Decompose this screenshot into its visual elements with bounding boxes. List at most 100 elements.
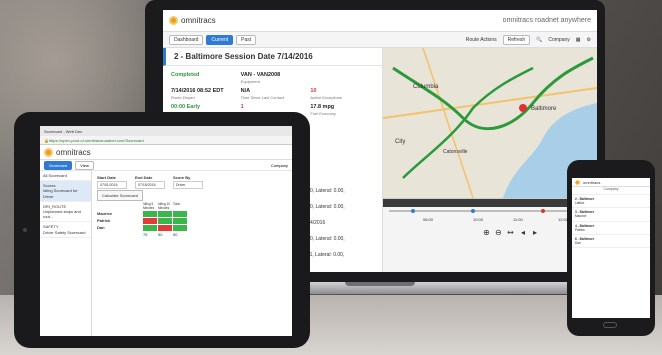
total-label [97,232,142,237]
filter-input[interactable]: 07/01/2016 [97,181,127,189]
brand-logo: omnitracs [44,147,91,157]
info-cell [310,72,374,84]
info-value: 00:00 Early [171,104,201,110]
next-icon[interactable]: ▸ [533,228,537,237]
phone-screen: omnitracs Company 2 - Baltimore Lattice 3 … [572,178,650,318]
total-value: 75 [143,232,148,237]
score-cell-good[interactable] [173,211,187,217]
filter-input[interactable]: 07/18/2016 [135,181,165,189]
phone-home-button [603,322,617,328]
route-row[interactable]: 6 - Baltimore Dan [572,235,650,249]
info-cell [310,120,374,127]
app-header: omnitracs [572,178,650,187]
app-header: omnitracs omnitracs roadnet anywhere [163,10,597,32]
timeline-canvas: 08:00 10:00 11:00 12:00 ⊕ ⊖ ↔ ◂ ▸ [383,199,597,237]
brand-name: omnitracs [181,16,216,25]
route-list: 2 - Baltimore Lattice 3 - Baltimore Maurice… [572,195,650,249]
vehicle-marker[interactable] [519,104,527,112]
filter-label: Start Date [97,175,116,180]
score-cell-good[interactable] [158,211,172,217]
dashboard-button[interactable]: Dashboard [169,34,204,45]
route-row[interactable]: 4 - Baltimore Patrick [572,222,650,235]
info-label: Active Exceptions [310,95,342,100]
score-cell-good[interactable] [143,211,157,217]
browser-tab[interactable]: Scorecard - Web Dev [44,129,82,134]
info-label: Fuel Economy [310,111,336,116]
info-label: Time Since Last Contact [240,95,285,100]
score-cell-bad[interactable] [158,225,172,231]
company-selector[interactable]: Company [271,163,288,168]
info-value: 17.8 mpg [310,104,335,110]
info-value: 7/14/2016 08:52 EDT [171,88,224,94]
timeline-event[interactable] [411,209,415,213]
filter-label: End Date [135,175,153,180]
scorecard-button[interactable]: Scorecard [44,160,73,170]
session-title: 2 - Baltimore Session Date 7/14/2016 [163,48,382,66]
sidebar-item[interactable]: All Scorecard [40,171,91,182]
driver-name[interactable]: Patrick [97,218,142,224]
map-label: Baltimore [531,106,557,112]
company-nav[interactable]: Company [572,187,650,195]
route-row[interactable]: 3 - Baltimore Maurice [572,208,650,222]
score-cell-good[interactable] [158,218,172,224]
filter-input[interactable]: Driver [173,181,203,189]
info-value: Completed [171,72,200,78]
score-cell-good[interactable] [173,225,187,231]
route-driver: Lattice [575,201,585,206]
filter-field: End Date 07/18/2016 [135,175,165,189]
info-cell: 7/14/2016 08:52 EDT Route Depart [171,88,235,100]
timeline-bar [383,199,597,207]
sidebar-item-subtitle: Driver Safety Scorecard [43,229,86,235]
corner-cell [97,202,142,210]
driver-name[interactable]: Maurice [97,211,142,217]
route-actions-menu[interactable]: Route Actions [466,37,497,43]
route-driver: Patrick [575,227,585,232]
route-map[interactable]: Baltimore Columbia City Catonsville [383,48,597,198]
filter-label: Score By [173,175,191,180]
timeline-event[interactable] [541,209,545,213]
past-button[interactable]: Past [236,34,257,45]
info-cell: VAN - VAN2008 Equipment [241,72,305,84]
info-value: VAN - VAN2008 [240,72,281,78]
score-cell-good[interactable] [143,225,157,231]
current-button[interactable]: Current [206,34,234,45]
column-header: Idling 5 Minutes [143,202,155,210]
view-button[interactable]: View [75,160,94,170]
brand-logo: omnitracs [575,179,600,185]
map-label: Columbia [413,84,439,90]
info-value: 10 [310,88,317,94]
info-label: Equipment [240,79,260,84]
calculate-scorecard-button[interactable]: Calculate Scorecard [97,190,144,201]
logo-icon [575,179,580,185]
sidebar-item[interactable]: DRI_ROUTE Unplanned stops and rout... [40,202,91,223]
sidebar-item-title: All Scorecard [43,173,67,178]
product-name: omnitracs roadnet anywhere [502,17,591,24]
toolbar: Scorecard View Company [40,160,292,171]
logo-icon [169,16,178,25]
route-row[interactable]: 2 - Baltimore Lattice [572,195,650,209]
gear-icon[interactable]: ⚙ [587,37,591,43]
company-selector[interactable]: Company [548,37,569,43]
score-cell-good[interactable] [173,218,187,224]
route-driver: Maurice [575,214,587,219]
tablet-camera [23,228,27,232]
zoom-out-icon[interactable]: ⊖ [495,228,502,237]
grid-icon[interactable]: ▦ [576,37,581,43]
sidebar-item[interactable]: Scores Idling Scorecard for Driver [40,181,91,202]
filter-field: Score By Driver [173,175,203,189]
expand-icon[interactable]: ↔ [507,228,514,237]
previous-icon[interactable]: ◂ [521,228,525,237]
search-icon[interactable]: 🔍 [536,37,542,43]
score-cell-bad[interactable] [143,218,157,224]
info-label: Route Depart [171,95,195,100]
address-bar[interactable]: 🔒 https://open-prod-nl.omnitracsroadnet.… [40,136,292,145]
driver-name[interactable]: Dan [97,225,142,231]
toolbar: Dashboard Current Past Route Actions Ref… [163,32,597,48]
zoom-in-icon[interactable]: ⊕ [483,228,490,237]
timeline-event[interactable] [471,209,475,213]
refresh-button[interactable]: Refresh [502,34,531,45]
sidebar-item-subtitle: Unplanned stops and rout... [43,208,81,220]
app-header: omnitracs [40,145,292,160]
info-cell: Completed [171,72,235,84]
sidebar-item[interactable]: SAFETY Driver Safety Scorecard [40,222,91,238]
